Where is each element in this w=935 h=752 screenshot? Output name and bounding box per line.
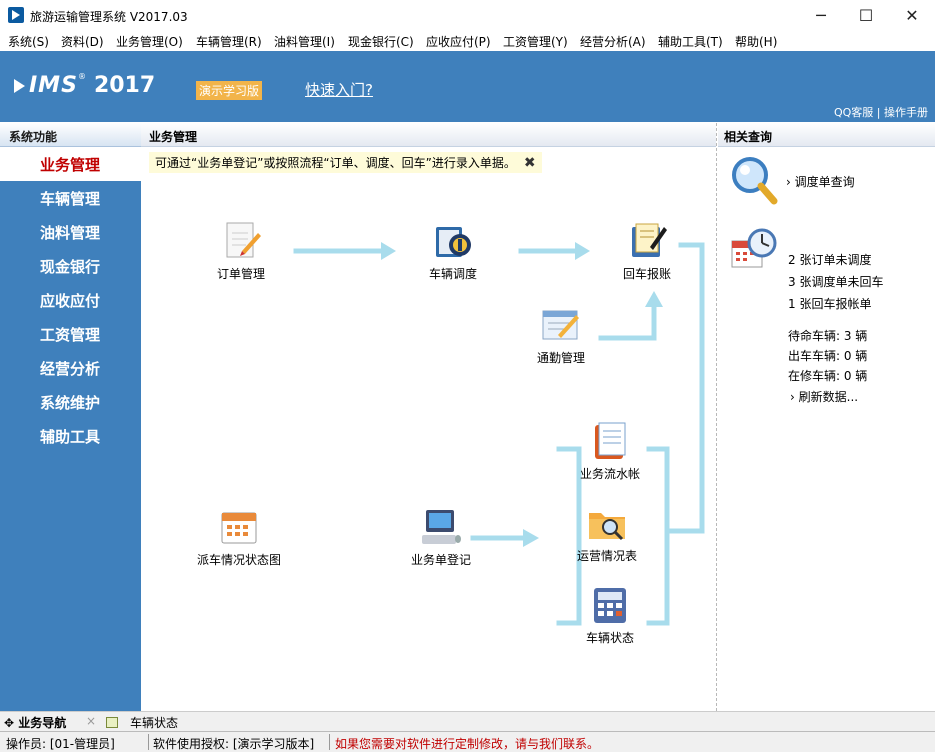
logo-text: IMS — [29, 73, 78, 98]
node-ledger-label: 业务流水帐 — [579, 467, 640, 481]
window-title: 旅游运输管理系统 V2017.03 — [30, 10, 188, 24]
tab-vehicle-status[interactable]: 车辆状态 — [106, 714, 178, 731]
pending-dispatch: 3 张调度单未回车 — [788, 275, 884, 289]
bottom-tab-bar: ✥ 业务导航 × 车辆状态 — [0, 711, 935, 731]
dispatch-book-icon — [432, 221, 474, 261]
sidebar-item-business[interactable]: 业务管理 — [0, 147, 141, 181]
sidebar-item-cash-bank[interactable]: 现金银行 — [0, 249, 141, 283]
ims-logo: IMS ® 2017 — [14, 72, 156, 98]
sidebar-item-analysis[interactable]: 经营分析 — [0, 351, 141, 385]
node-commute-label: 通勤管理 — [536, 351, 585, 365]
tab-close-icon[interactable]: × — [86, 714, 96, 728]
dispatch-query-label: 调度单查询 — [794, 175, 855, 189]
status-license: 软件使用授权: [演示学习版本] — [153, 737, 315, 751]
arrowhead-order-dispatch — [381, 242, 396, 260]
tab-business-nav[interactable]: ✥ 业务导航 — [4, 714, 66, 731]
node-commute-management[interactable]: 通勤管理 — [511, 305, 611, 366]
service-links[interactable]: QQ客服 | 操作手册 — [834, 104, 928, 120]
order-document-icon — [220, 221, 262, 261]
app-window: 旅游运输管理系统 V2017.03 ─ ☐ ✕ 系统(S) 资料(D) 业务管理… — [0, 0, 935, 752]
node-operations-label: 运营情况表 — [576, 549, 637, 563]
node-dispatch-chart-label: 派车情况状态图 — [196, 553, 281, 567]
demo-badge: 演示学习版 — [196, 81, 263, 100]
menu-bar: 系统(S) 资料(D) 业务管理(O) 车辆管理(R) 油料管理(I) 现金银行… — [0, 31, 935, 51]
tab-vehicle-status-icon — [106, 717, 118, 728]
tab-business-nav-label: 业务导航 — [18, 716, 67, 730]
commute-memo-icon — [540, 305, 582, 345]
banner: IMS ® 2017 演示学习版 快速入门? QQ客服 | 操作手册 — [0, 51, 935, 122]
refresh-data-link[interactable]: › 刷新数据... — [790, 388, 858, 405]
node-operations-report[interactable]: 运营情况表 — [557, 503, 657, 564]
calendar-clock-icon — [730, 227, 778, 276]
maximize-button[interactable]: ☐ — [843, 0, 889, 31]
status-operator: 操作员: [01-管理员] — [6, 737, 115, 751]
dispatch-query-link[interactable]: › 调度单查询 — [786, 173, 855, 190]
menu-receivable-payable[interactable]: 应收应付(P) — [426, 33, 491, 50]
right-panel-header: 相关查询 — [718, 123, 935, 147]
logo-year: 2017 — [93, 73, 156, 98]
menu-fuel[interactable]: 油料管理(I) — [274, 33, 335, 50]
node-return-label: 回车报账 — [622, 267, 671, 281]
menu-analysis[interactable]: 经营分析(A) — [580, 33, 646, 50]
menu-vehicle[interactable]: 车辆管理(R) — [196, 33, 262, 50]
return-report-icon — [626, 221, 668, 261]
vehicles-out: 出车车辆: 0 辆 — [788, 349, 868, 363]
menu-help[interactable]: 帮助(H) — [735, 33, 777, 50]
node-dispatch-chart[interactable]: 派车情况状态图 — [189, 507, 289, 568]
magnifier-icon — [730, 155, 778, 210]
pending-return: 1 张回车报帐单 — [788, 297, 872, 311]
refresh-data-label: 刷新数据... — [798, 390, 859, 404]
menu-business[interactable]: 业务管理(O) — [116, 33, 183, 50]
pending-orders: 2 张订单未调度 — [788, 253, 872, 267]
sidebar-item-salary[interactable]: 工资管理 — [0, 317, 141, 351]
node-vehicle-status-label: 车辆状态 — [585, 631, 634, 645]
status-divider — [148, 734, 149, 750]
node-register-label: 业务单登记 — [410, 553, 471, 567]
node-dispatch-label: 车辆调度 — [428, 267, 477, 281]
app-logo-icon — [8, 7, 24, 23]
tab-vehicle-status-label: 车辆状态 — [130, 716, 179, 730]
calendar-icon — [218, 507, 260, 547]
arrowhead-dispatch-return — [575, 242, 590, 260]
node-business-register[interactable]: 业务单登记 — [391, 507, 491, 568]
related-queries-panel: 相关查询 › 调度单查询 2 张订单未调度 3 张调度单未回车 1 张回车报帐单… — [718, 123, 935, 711]
node-business-ledger[interactable]: 业务流水帐 — [560, 421, 660, 482]
quick-start-link[interactable]: 快速入门? — [305, 79, 373, 100]
arrowhead-register-group — [523, 529, 539, 547]
node-order-management[interactable]: 订单管理 — [191, 221, 291, 282]
menu-data[interactable]: 资料(D) — [61, 33, 104, 50]
sidebar-item-maintenance[interactable]: 系统维护 — [0, 385, 141, 419]
logo-registered-mark: ® — [77, 72, 86, 81]
menu-system[interactable]: 系统(S) — [8, 33, 49, 50]
node-vehicle-dispatch[interactable]: 车辆调度 — [403, 221, 503, 282]
close-button[interactable]: ✕ — [889, 0, 935, 31]
logo-arrow-icon — [14, 78, 25, 93]
status-bar: 操作员: [01-管理员] 软件使用授权: [演示学习版本] 如果您需要对软件进… — [0, 731, 935, 752]
arrowhead-commute-return — [645, 291, 663, 307]
sidebar-item-fuel[interactable]: 油料管理 — [0, 215, 141, 249]
main-panel: 业务管理 可通过“业务单登记”或按照流程“订单、调度、回车”进行录入单据。 ✖ — [141, 123, 717, 711]
menu-tools[interactable]: 辅助工具(T) — [658, 33, 723, 50]
menu-cash-bank[interactable]: 现金银行(C) — [348, 33, 414, 50]
computer-icon — [420, 507, 462, 547]
sidebar-item-vehicle[interactable]: 车辆管理 — [0, 181, 141, 215]
minimize-button[interactable]: ─ — [798, 0, 844, 31]
calculator-icon — [589, 585, 631, 625]
vehicles-repair: 在修车辆: 0 辆 — [788, 369, 868, 383]
node-vehicle-status[interactable]: 车辆状态 — [560, 585, 660, 646]
title-bar: 旅游运输管理系统 V2017.03 ─ ☐ ✕ — [0, 0, 935, 31]
line-return-group — [666, 242, 705, 534]
ledger-book-icon — [589, 421, 631, 461]
node-order-label: 订单管理 — [216, 267, 265, 281]
status-notice: 如果您需要对软件进行定制修改，请与我们联系。 — [335, 737, 600, 751]
vehicles-standby: 待命车辆: 3 辆 — [788, 329, 868, 343]
status-divider — [329, 734, 330, 750]
node-return-report[interactable]: 回车报账 — [597, 221, 697, 282]
sidebar: 系统功能 业务管理 车辆管理 油料管理 现金银行 应收应付 工资管理 经营分析 … — [0, 123, 141, 711]
sidebar-item-tools[interactable]: 辅助工具 — [0, 419, 141, 453]
sidebar-header: 系统功能 — [0, 123, 141, 147]
sidebar-item-receivable-payable[interactable]: 应收应付 — [0, 283, 141, 317]
menu-salary[interactable]: 工资管理(Y) — [503, 33, 568, 50]
folder-search-icon — [586, 503, 628, 543]
